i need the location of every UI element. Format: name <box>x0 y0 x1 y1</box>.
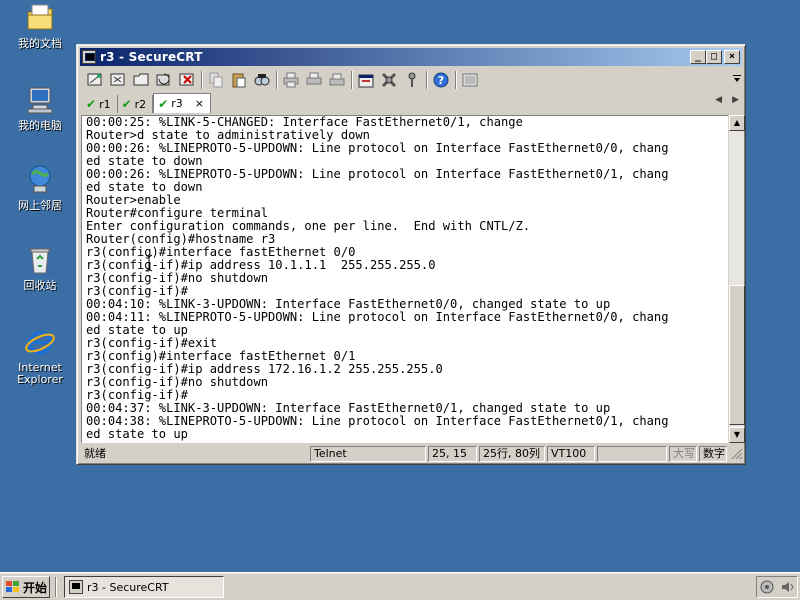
connected-check-icon: ✔ <box>86 97 97 111</box>
tab-label: r1 <box>99 97 111 111</box>
disconnect-icon[interactable] <box>178 71 196 89</box>
tab-r1[interactable]: ✔ r1 <box>82 95 118 113</box>
internet-explorer-icon <box>24 326 56 358</box>
my-documents-icon <box>24 2 56 34</box>
toolbar-separator <box>201 71 203 89</box>
desktop-icon-internet-explorer[interactable]: Internet Explorer <box>8 326 72 386</box>
tab-label: r2 <box>134 97 147 111</box>
taskbar-item-label: r3 - SecureCRT <box>87 580 169 594</box>
desktop-icon-label: 网上邻居 <box>18 199 62 212</box>
toolbar-separator <box>455 71 457 89</box>
status-caps: 大写 <box>669 446 697 462</box>
tray-network-icon[interactable] <box>760 580 774 594</box>
window-title: r3 - SecureCRT <box>100 50 203 64</box>
status-terminal-type: VT100 <box>547 446 595 462</box>
status-ready: 就绪 <box>84 447 106 460</box>
desktop-icon-my-documents[interactable]: 我的文档 <box>8 2 72 50</box>
taskbar: 开始 r3 - SecureCRT <box>0 572 800 600</box>
tab-scroll-right-icon[interactable]: ▶ <box>732 95 739 105</box>
reconnect-icon[interactable] <box>155 71 173 89</box>
terminal-line: ed state to up <box>86 427 188 441</box>
tab-navigation: ◀ ▶ <box>715 95 739 105</box>
desktop-icon-label: 我的电脑 <box>18 119 62 132</box>
windows-flag-icon <box>6 581 19 592</box>
start-label: 开始 <box>23 580 48 595</box>
tab-r2[interactable]: ✔ r2 <box>118 95 154 113</box>
connect-in-tab-icon[interactable] <box>132 71 150 89</box>
global-options-icon[interactable] <box>380 71 398 89</box>
copy-icon[interactable] <box>207 71 225 89</box>
tab-label: r3 <box>171 97 183 110</box>
help-icon[interactable]: ? <box>432 71 450 89</box>
terminal-text: 00:00:25: %LINK-5-CHANGED: Interface Fas… <box>86 116 728 441</box>
taskbar-item-securecrt[interactable]: r3 - SecureCRT <box>64 576 224 598</box>
desktop-icon-my-computer[interactable]: 我的电脑 <box>8 84 72 132</box>
vertical-scrollbar[interactable]: ▲ ▼ <box>728 115 745 443</box>
log-session-icon[interactable] <box>461 71 479 89</box>
scroll-up-button[interactable]: ▲ <box>729 115 745 131</box>
taskbar-separator <box>55 577 57 597</box>
terminal-output[interactable]: 00:00:25: %LINK-5-CHANGED: Interface Fas… <box>81 115 729 443</box>
status-size: 25行, 80列 <box>479 446 545 462</box>
tab-scroll-left-icon[interactable]: ◀ <box>715 95 722 105</box>
desktop-icon-recycle-bin[interactable]: 回收站 <box>8 244 72 292</box>
network-places-icon <box>24 164 56 196</box>
my-computer-icon <box>24 84 56 116</box>
terminal-line: ed state to down <box>86 180 203 194</box>
session-options-icon[interactable] <box>357 71 375 89</box>
session-tabs: ✔ r1 ✔ r2 ✔ r3 × <box>82 93 742 113</box>
status-protocol: Telnet <box>310 446 426 462</box>
status-bar: 就绪 Telnet 25, 15 25行, 80列 VT100 大写 数字 <box>80 445 744 463</box>
print-screen-icon[interactable] <box>305 71 323 89</box>
keymap-icon[interactable] <box>403 71 421 89</box>
scroll-thumb[interactable] <box>729 285 745 425</box>
print-selection-icon[interactable] <box>282 71 300 89</box>
status-empty <box>597 446 667 462</box>
print-icon[interactable] <box>328 71 346 89</box>
app-icon[interactable] <box>82 50 96 64</box>
connected-check-icon: ✔ <box>158 96 169 111</box>
connected-check-icon: ✔ <box>121 97 132 111</box>
system-tray <box>756 576 798 598</box>
tab-close-icon[interactable]: × <box>195 97 204 110</box>
maximize-button[interactable]: □ <box>706 50 722 64</box>
desktop-icon-network-places[interactable]: 网上邻居 <box>8 164 72 212</box>
toolbar-separator <box>426 71 428 89</box>
toolbar-separator <box>351 71 353 89</box>
connect-icon[interactable] <box>86 71 104 89</box>
status-cursor: 25, 15 <box>428 446 477 462</box>
tray-volume-icon[interactable] <box>780 580 794 594</box>
securecrt-window: r3 - SecureCRT _ □ × ? ✔ r1 ✔ r2 ✔ r3 × … <box>76 44 746 465</box>
scroll-down-button[interactable]: ▼ <box>729 427 745 443</box>
toolbar-separator <box>276 71 278 89</box>
recycle-bin-icon <box>24 244 56 276</box>
status-num: 数字 <box>699 446 727 462</box>
start-button[interactable]: 开始 <box>2 576 50 598</box>
find-icon[interactable] <box>253 71 271 89</box>
desktop-icon-label-line2: Explorer <box>17 373 63 386</box>
paste-icon[interactable] <box>230 71 248 89</box>
resize-grip-icon[interactable] <box>731 448 743 460</box>
securecrt-icon <box>69 580 83 594</box>
title-bar[interactable]: r3 - SecureCRT _ □ × <box>80 48 742 66</box>
toolbar: ? <box>82 69 742 91</box>
desktop-icon-label: 我的文档 <box>18 37 62 50</box>
desktop-icon-label: 回收站 <box>23 279 57 292</box>
minimize-button[interactable]: _ <box>690 50 706 64</box>
tab-r3[interactable]: ✔ r3 × <box>153 93 211 113</box>
toolbar-overflow-icon[interactable] <box>733 75 741 83</box>
text-cursor-icon <box>145 254 153 272</box>
quick-connect-icon[interactable] <box>109 71 127 89</box>
close-button[interactable]: × <box>724 50 740 64</box>
svg-text:?: ? <box>438 74 444 87</box>
